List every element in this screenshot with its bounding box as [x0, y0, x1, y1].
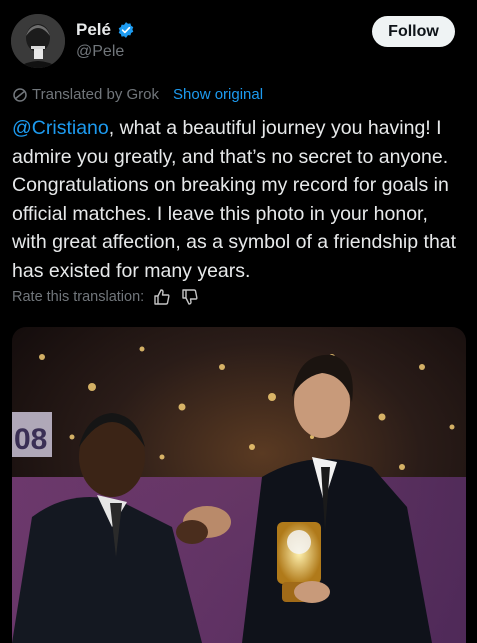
post-header: Pelé @Pele Follow [0, 0, 477, 78]
rate-label: Rate this translation: [12, 289, 145, 305]
translation-notice: Translated by Grok Show original [12, 86, 263, 103]
thumbs-down-icon[interactable] [180, 287, 200, 307]
thumbs-up-icon[interactable] [152, 287, 172, 307]
rate-translation: Rate this translation: [12, 287, 200, 307]
author-handle[interactable]: @Pele [76, 43, 124, 61]
mention-link[interactable]: @Cristiano [12, 117, 109, 139]
translated-label: Translated by Grok [32, 86, 159, 103]
avatar[interactable] [11, 14, 65, 68]
translate-icon [12, 87, 28, 103]
post-body: , what a beautiful journey you having! I… [12, 117, 457, 282]
follow-button[interactable]: Follow [372, 16, 455, 47]
post-text: @Cristiano, what a beautiful journey you… [12, 114, 467, 285]
background-screen-text: 08 [14, 423, 47, 456]
post-photo[interactable]: 08 [12, 327, 466, 643]
verified-badge-icon [117, 21, 135, 39]
show-original-link[interactable]: Show original [173, 86, 263, 103]
author-name[interactable]: Pelé [76, 20, 111, 40]
